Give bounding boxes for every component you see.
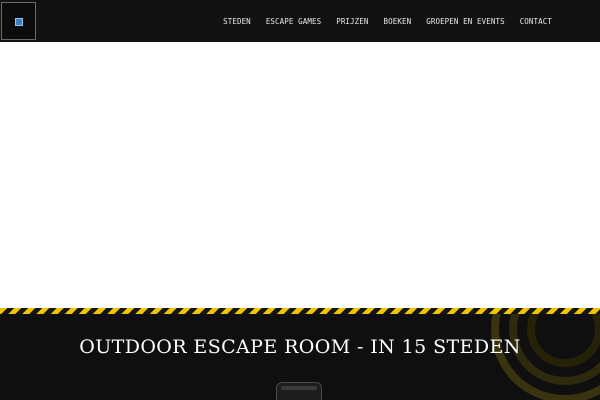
device-handle xyxy=(281,386,317,390)
hero-title: OUTDOOR ESCAPE ROOM - IN 15 STEDEN xyxy=(79,336,521,358)
nav-item-boeken[interactable]: BOEKEN xyxy=(384,17,412,26)
nav-item-groepen-en-events[interactable]: GROEPEN EN EVENTS xyxy=(426,17,504,26)
nav-item-contact[interactable]: CONTACT xyxy=(520,17,552,26)
nav-item-prijzen[interactable]: PRIJZEN xyxy=(336,17,368,26)
hero-section: OUTDOOR ESCAPE ROOM - IN 15 STEDEN xyxy=(0,314,600,400)
device-image xyxy=(276,382,322,400)
nav-item-steden[interactable]: STEDEN xyxy=(223,17,251,26)
page: STEDEN ESCAPE GAMES PRIJZEN BOEKEN GROEP… xyxy=(0,0,600,400)
main-nav: STEDEN ESCAPE GAMES PRIJZEN BOEKEN GROEP… xyxy=(208,0,600,42)
nav-item-escape-games[interactable]: ESCAPE GAMES xyxy=(266,17,321,26)
content-placeholder xyxy=(0,42,600,308)
logo[interactable] xyxy=(1,2,36,40)
logo-icon xyxy=(15,18,23,26)
site-header: STEDEN ESCAPE GAMES PRIJZEN BOEKEN GROEP… xyxy=(0,0,600,42)
